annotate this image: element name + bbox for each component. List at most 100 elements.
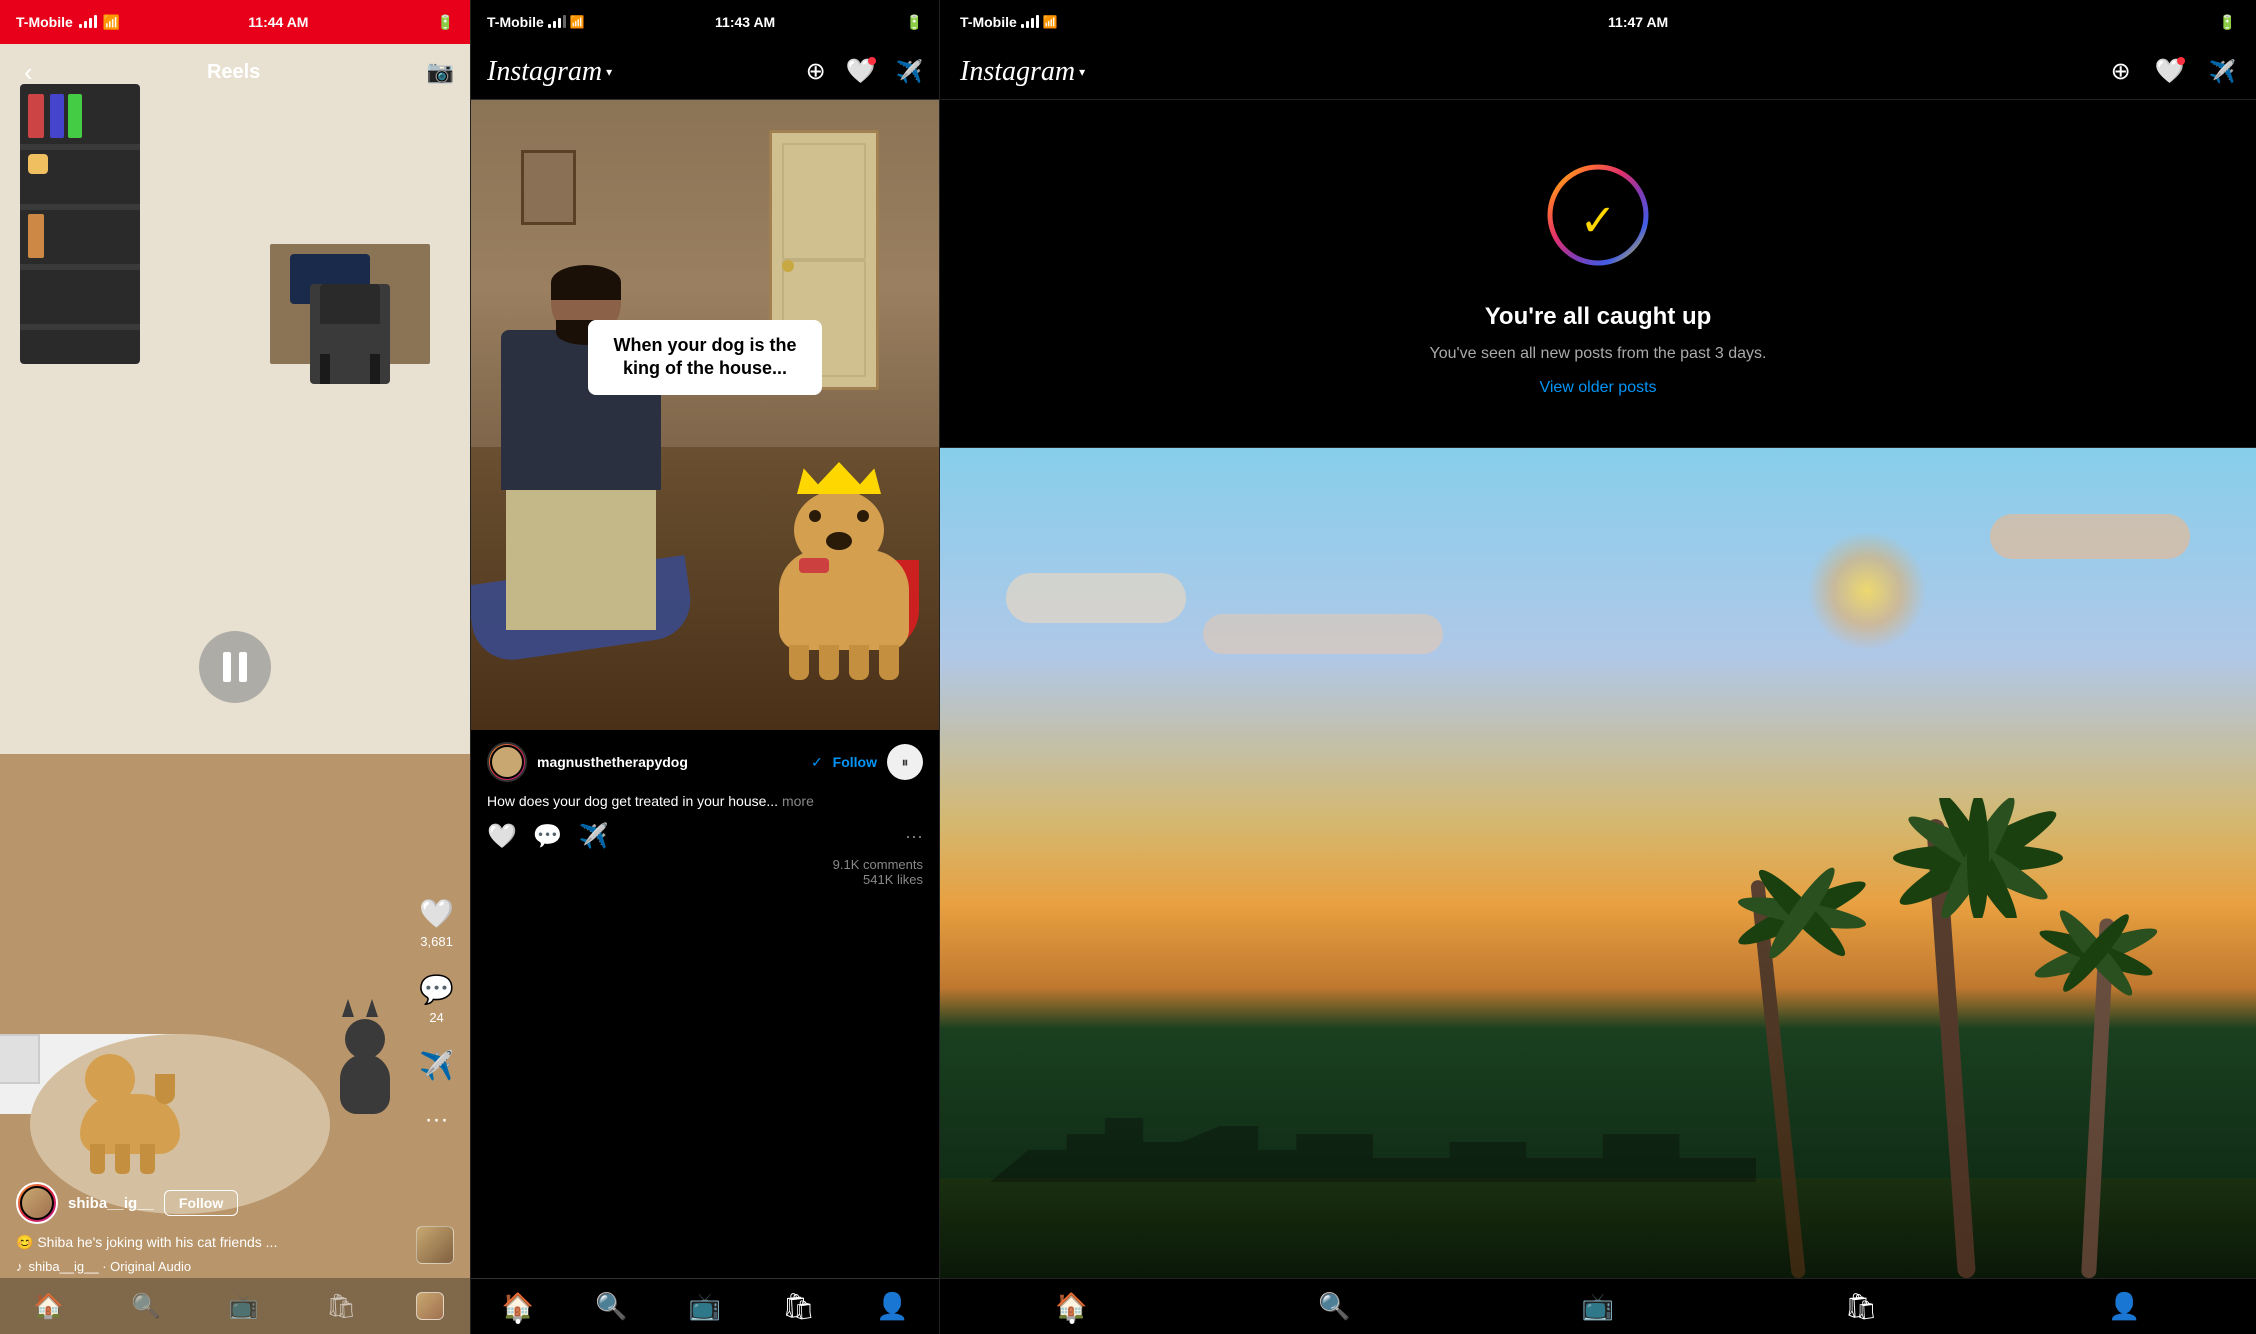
like-button-feed[interactable]: 🤍 — [487, 822, 517, 851]
nav-shop-feed[interactable]: 🛍 — [782, 1291, 815, 1322]
nav-reels-feed[interactable]: 📺 — [688, 1291, 720, 1322]
nav-shop-reels[interactable]: 🛍 — [318, 1284, 364, 1329]
bars-icon: ⏸ — [902, 754, 909, 771]
status-right-feed: 🔋 — [906, 14, 923, 31]
like-action[interactable]: 🤍 3,681 — [419, 897, 454, 949]
wifi-icon-feed: 📶 — [570, 15, 585, 29]
nav-search-feed[interactable]: 🔍 — [595, 1291, 627, 1322]
logo-chevron-icon[interactable]: ▾ — [606, 65, 612, 79]
caught-up-circle-svg: ✓ — [1543, 160, 1653, 270]
nav-home-reels[interactable]: 🏠 — [26, 1284, 72, 1329]
reels-avatar — [16, 1182, 58, 1224]
comment-count-reels: 24 — [429, 1010, 443, 1025]
dm-button-caught[interactable]: ✈️ — [2209, 59, 2236, 85]
feed-post-info: magnusthetherapydog ✓ Follow ⏸ How does … — [471, 730, 939, 899]
feed-post-video[interactable]: When your dog is the king of the house..… — [471, 100, 939, 730]
video-scene — [471, 100, 939, 730]
reels-bottom-nav: 🏠 🔍 📺 🛍 — [0, 1278, 470, 1334]
video-wall-picture — [521, 150, 576, 225]
carrier-reels: T-Mobile — [16, 14, 73, 30]
caught-photo-section — [940, 448, 2256, 1278]
feed-logo: Instagram — [487, 56, 602, 88]
dm-button-feed[interactable]: ✈️ — [896, 59, 923, 85]
pause-button[interactable] — [199, 631, 271, 703]
cloud-1 — [1006, 573, 1186, 623]
status-left: T-Mobile 📶 — [16, 14, 120, 31]
caption-bubble-text: When your dog is the king of the house..… — [614, 335, 797, 378]
caught-logo-chevron-icon[interactable]: ▾ — [1079, 65, 1085, 79]
more-button-feed[interactable]: ··· — [905, 826, 923, 847]
post-caption-text: How does your dog get treated in your ho… — [487, 793, 778, 809]
nav-reels-btn[interactable]: 📺 — [221, 1284, 267, 1329]
nav-search-caught[interactable]: 🔍 — [1318, 1291, 1350, 1322]
nav-profile-feed[interactable]: 👤 — [876, 1291, 908, 1322]
time-caught: 11:47 AM — [1608, 14, 1668, 30]
share-action[interactable]: ✈️ — [419, 1049, 454, 1082]
nav-home-caught[interactable]: 🏠 — [1055, 1291, 1087, 1322]
status-left-feed: T-Mobile 📶 — [487, 14, 585, 31]
post-username: magnusthetherapydog — [537, 754, 797, 770]
dog-golden-video — [80, 1094, 180, 1154]
feed-header-icons: ⊕ 🤍 ✈️ — [806, 57, 923, 86]
nav-reels-caught[interactable]: 📺 — [1581, 1291, 1613, 1322]
palm-leaves-1 — [1878, 798, 2078, 923]
nav-profile-reels[interactable] — [416, 1292, 444, 1320]
reels-follow-button[interactable]: Follow — [164, 1190, 238, 1216]
status-right-caught: 🔋 — [2219, 14, 2236, 31]
view-older-posts-link[interactable]: View older posts — [1539, 379, 1656, 397]
reels-caption: 😊 Shiba he's joking with his cat friends… — [16, 1234, 390, 1251]
cloud-3 — [1990, 514, 2190, 559]
add-post-button-caught[interactable]: ⊕ — [2111, 57, 2131, 86]
palm-leaves-3 — [1722, 863, 1882, 968]
status-bar-caught: T-Mobile 📶 11:47 AM 🔋 — [940, 0, 2256, 44]
more-action[interactable]: ··· — [425, 1106, 449, 1134]
caught-up-section: ✓ You're all caught up You've seen all n… — [940, 100, 2256, 448]
comment-action[interactable]: 💬 24 — [419, 973, 454, 1025]
caught-logo: Instagram — [960, 56, 1075, 88]
nav-home-feed[interactable]: 🏠 — [502, 1291, 534, 1322]
reels-audio-text: shiba__ig__ · Original Audio — [29, 1259, 192, 1274]
ground — [940, 1178, 2256, 1278]
comment-button-feed[interactable]: 💬 — [533, 822, 563, 851]
palm-tree-3 — [1792, 878, 1806, 1278]
carrier-caught: T-Mobile — [960, 14, 1017, 30]
caught-up-subtitle: You've seen all new posts from the past … — [1430, 345, 1767, 363]
post-caption-more[interactable]: more — [782, 793, 814, 809]
add-post-button-feed[interactable]: ⊕ — [806, 57, 826, 86]
reels-bottom-info: shiba__ig__ Follow 😊 Shiba he's joking w… — [16, 1182, 390, 1274]
share-button-feed[interactable]: ✈️ — [579, 822, 609, 851]
carrier-feed: T-Mobile — [487, 14, 544, 30]
post-follow-button[interactable]: Follow — [833, 754, 877, 770]
room-shelf — [20, 84, 140, 364]
nav-profile-caught[interactable]: 👤 — [2108, 1291, 2140, 1322]
video-dog-king — [779, 550, 909, 650]
reels-right-actions: 🤍 3,681 💬 24 ✈️ ··· — [419, 897, 454, 1134]
feed-header: Instagram ▾ ⊕ 🤍 ✈️ — [471, 44, 939, 100]
back-button-reels[interactable]: ‹ — [16, 57, 41, 88]
signal-icon-caught — [1021, 14, 1039, 31]
more-icon-reels: ··· — [425, 1106, 449, 1134]
share-icon-reels: ✈️ — [419, 1049, 454, 1082]
nav-shop-caught[interactable]: 🛍 — [1845, 1291, 1878, 1322]
caught-header: Instagram ▾ ⊕ 🤍 ✈️ — [940, 44, 2256, 100]
heart-button-feed[interactable]: 🤍 — [846, 57, 876, 86]
status-left-caught: T-Mobile 📶 — [960, 14, 1058, 31]
music-play-button[interactable]: ⏸ — [887, 744, 923, 780]
nav-search-reels[interactable]: 🔍 — [123, 1284, 169, 1329]
signal-icon-reels — [79, 14, 97, 31]
sun-glow — [1807, 531, 1927, 651]
feed-logo-area: Instagram ▾ — [487, 56, 612, 88]
post-avatar-inner — [490, 745, 524, 779]
heart-button-caught[interactable]: 🤍 — [2155, 57, 2185, 86]
heart-icon-reels: 🤍 — [419, 897, 454, 930]
battery-icon-feed: 🔋 — [906, 14, 923, 31]
camera-button-reels[interactable]: 📷 — [427, 59, 454, 85]
music-note-icon-reels: ♪ — [16, 1259, 23, 1274]
cloud-2 — [1203, 614, 1443, 654]
battery-icon-caught: 🔋 — [2219, 14, 2236, 31]
feed-bottom-nav: 🏠 🔍 📺 🛍 👤 — [471, 1278, 939, 1334]
reels-panel: T-Mobile 📶 11:44 AM 🔋 — [0, 0, 470, 1334]
caught-up-title: You're all caught up — [1485, 303, 1712, 331]
reels-title: Reels — [41, 61, 427, 84]
reels-audio: ♪ shiba__ig__ · Original Audio — [16, 1259, 390, 1274]
